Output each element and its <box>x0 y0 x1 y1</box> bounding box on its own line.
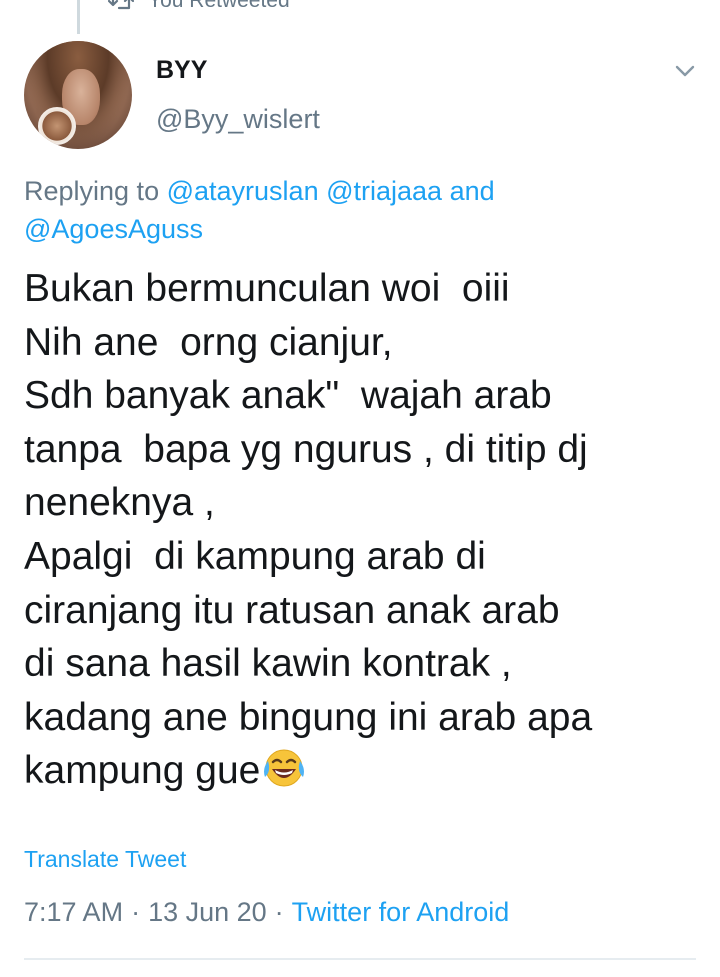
avatar-inset-photo <box>38 107 76 145</box>
meta-separator: · <box>131 897 141 927</box>
tweet-source-link[interactable]: Twitter for Android <box>292 897 510 928</box>
tweet-meta: 7:17 AM · 13 Jun 20 · Twitter for Androi… <box>24 897 509 928</box>
tweet-text: Bukan bermunculan woi oiii Nih ane orng … <box>24 267 593 793</box>
meta-separator: · <box>274 897 284 927</box>
translate-tweet-link[interactable]: Translate Tweet <box>24 846 186 873</box>
replying-to-and[interactable]: and <box>450 176 495 206</box>
retweet-icon <box>108 0 134 10</box>
tweet-date[interactable]: 13 Jun 20 <box>148 897 267 928</box>
replying-to: Replying to @atayruslan @triajaaa and @A… <box>24 172 684 248</box>
mention-link-agoesaguss[interactable]: @AgoesAguss <box>24 214 203 244</box>
retweet-context: You Retweeted <box>108 0 290 14</box>
face-with-tears-of-joy-icon <box>264 749 305 787</box>
thread-connector-line <box>77 0 80 34</box>
author-handle[interactable]: @Byy_wislert <box>156 104 320 135</box>
retweet-label: You Retweeted <box>148 0 290 12</box>
author-name[interactable]: BYY <box>156 56 207 85</box>
mention-link-atayruslan[interactable]: @atayruslan <box>167 176 319 206</box>
tweet-time[interactable]: 7:17 AM <box>24 897 123 928</box>
chevron-down-icon[interactable] <box>672 58 698 84</box>
mention-link-triajaaa[interactable]: @triajaaa <box>326 176 442 206</box>
tweet-body: Bukan bermunculan woi oiii Nih ane orng … <box>24 262 694 798</box>
avatar[interactable] <box>24 41 132 149</box>
divider <box>24 958 696 960</box>
replying-to-prefix: Replying to <box>24 176 160 206</box>
